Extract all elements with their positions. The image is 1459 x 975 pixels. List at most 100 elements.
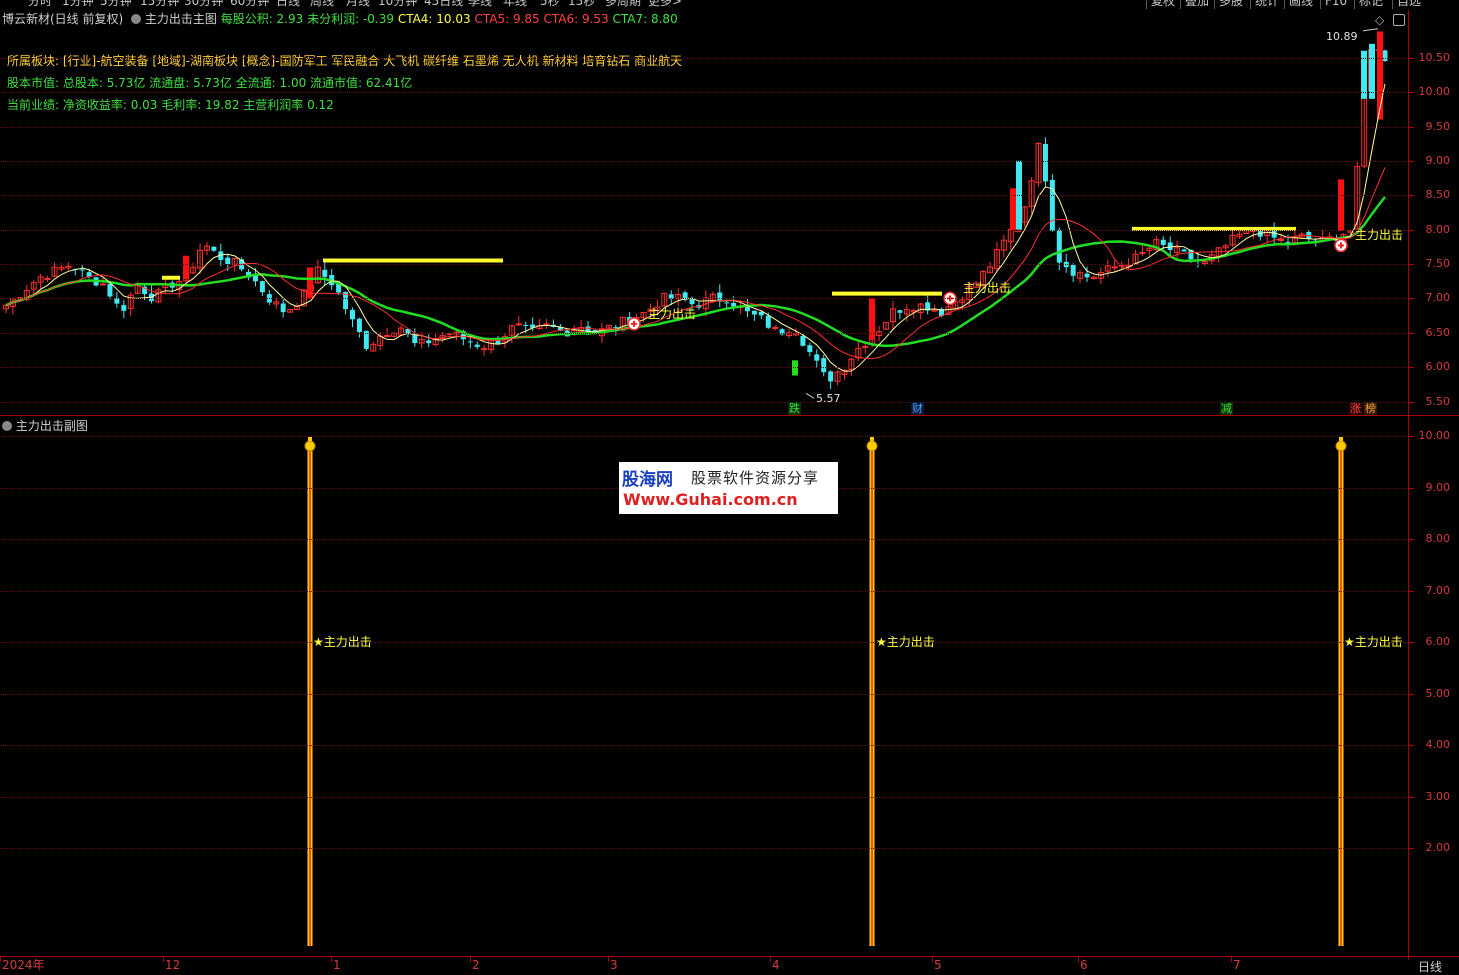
period-tab[interactable]: 45日线 xyxy=(424,0,463,8)
candle-body xyxy=(1070,264,1076,276)
candle-body xyxy=(515,323,522,326)
y-tick-mark xyxy=(1409,590,1414,592)
period-toolbar: 分时 1分钟 5分钟 15分钟 30分钟 60分钟 日线 周线 月线 10分钟 45日线 季线 年线 5秒… xyxy=(0,0,1459,10)
candle-body xyxy=(613,327,619,329)
period-tab[interactable]: 10分钟 xyxy=(378,0,417,8)
grid-line xyxy=(0,195,1408,196)
period-tab[interactable]: 30分钟 xyxy=(184,0,223,8)
period-tab[interactable]: 月线 xyxy=(346,0,370,8)
grid-line xyxy=(0,402,1408,403)
x-tick-label: 5 xyxy=(934,958,942,972)
period-tab[interactable]: 更多> xyxy=(648,0,682,8)
candle-body xyxy=(474,344,480,347)
candle-body xyxy=(1181,249,1187,252)
candle-body xyxy=(821,358,827,373)
money-bag-top xyxy=(870,437,874,441)
period-tab[interactable]: 季线 xyxy=(468,0,492,8)
period-tab[interactable]: 5分钟 xyxy=(100,0,132,8)
period-tab[interactable]: 周线 xyxy=(310,0,334,8)
candle-body xyxy=(107,283,113,297)
y-tick-mark xyxy=(1409,195,1414,196)
period-tab[interactable]: 5秒 xyxy=(540,0,560,8)
signal-candle xyxy=(183,255,189,280)
candle-body xyxy=(121,305,127,311)
toolbar-button[interactable]: 叠加 xyxy=(1180,0,1213,9)
watermark-slogan: 股票软件资源分享 xyxy=(691,469,820,487)
y-tick-label: 10.00 xyxy=(1418,429,1451,442)
x-tick-mark xyxy=(1231,957,1232,962)
y-tick-label: 9.00 xyxy=(1425,154,1451,167)
toolbar-button[interactable]: 统计 xyxy=(1250,0,1283,9)
period-tab[interactable]: 60分钟 xyxy=(230,0,269,8)
candle-body xyxy=(211,246,217,251)
y-tick-mark xyxy=(1409,92,1414,93)
candle-body xyxy=(1042,143,1048,182)
signal-candle xyxy=(1338,179,1344,231)
event-badge-rise[interactable]: 涨 xyxy=(1349,402,1362,415)
y-tick-mark xyxy=(1409,402,1414,403)
x-tick-label: 12 xyxy=(165,958,181,972)
candle-body xyxy=(1084,273,1090,278)
period-tab[interactable]: 分时 xyxy=(28,0,52,8)
grid-line xyxy=(0,333,1408,334)
y-tick-label: 4.00 xyxy=(1425,738,1451,751)
x-tick-mark xyxy=(1078,957,1079,962)
candle-body xyxy=(280,303,286,313)
candle-body xyxy=(1278,239,1285,242)
high-price-label: 10.89 xyxy=(1326,30,1358,43)
x-tick-mark xyxy=(0,957,1,962)
candle-body xyxy=(79,269,85,271)
period-label[interactable]: 日线 xyxy=(1418,958,1442,975)
toolbar-button[interactable]: 复权 xyxy=(1146,0,1179,9)
toolbar-button[interactable]: 自选 xyxy=(1392,0,1425,9)
y-tick-label: 7.00 xyxy=(1425,291,1451,304)
x-tick-mark xyxy=(470,957,471,962)
y-tick-label: 3.00 xyxy=(1425,789,1451,803)
grid-line xyxy=(0,127,1408,128)
candle-body xyxy=(495,340,501,344)
grid-line xyxy=(0,230,1408,231)
grid-line xyxy=(0,796,1408,798)
main-price-chart[interactable] xyxy=(0,10,1408,416)
signal-label-1: 主力出击 xyxy=(648,307,697,321)
candle-body xyxy=(1382,50,1388,62)
y-tick-label: 8.00 xyxy=(1425,532,1451,545)
x-tick-mark xyxy=(932,957,933,962)
y-tick-label: 6.50 xyxy=(1425,326,1451,339)
candle-body xyxy=(543,323,550,326)
y-tick-label: 10.00 xyxy=(1418,85,1451,98)
candle-body xyxy=(356,318,362,332)
period-tab[interactable]: 多周期 xyxy=(605,0,641,8)
x-tick-label: 3 xyxy=(610,958,618,972)
candle-body xyxy=(100,283,107,286)
period-tab[interactable]: 年线 xyxy=(503,0,527,8)
period-tab[interactable]: 1分钟 xyxy=(62,0,94,8)
event-badge-finance[interactable]: 财 xyxy=(911,402,924,415)
grid-line xyxy=(0,642,1408,643)
grid-line xyxy=(0,693,1408,695)
event-badge-board[interactable]: 榜 xyxy=(1364,402,1377,415)
toolbar-button[interactable]: F10 xyxy=(1320,0,1351,9)
toolbar-button[interactable]: 标记 xyxy=(1354,0,1387,9)
y-tick-mark xyxy=(1409,693,1414,695)
candle-body xyxy=(814,354,820,361)
x-tick-mark xyxy=(770,957,771,962)
period-tab[interactable]: 日线 xyxy=(276,0,300,8)
y-tick-mark xyxy=(1409,58,1414,59)
grid-line xyxy=(0,745,1408,746)
candle-body xyxy=(259,281,265,293)
toolbar-button[interactable]: 多股 xyxy=(1214,0,1247,9)
event-badge-fall[interactable]: 跌 xyxy=(788,402,801,415)
period-tab[interactable]: 15分钟 xyxy=(140,0,179,8)
low-pointer xyxy=(805,392,815,399)
candle-body xyxy=(724,302,730,304)
grid-line xyxy=(0,590,1408,592)
y-tick-mark xyxy=(1409,539,1414,540)
y-tick-label: 5.00 xyxy=(1425,686,1451,700)
watermark-logo: 股海网 股票软件资源分享 Www.Guhai.com.cn xyxy=(619,462,838,514)
event-badge-reduce[interactable]: 减 xyxy=(1220,402,1233,415)
y-tick-mark xyxy=(1409,642,1414,643)
period-tab[interactable]: 15秒 xyxy=(568,0,595,8)
candle-body xyxy=(1160,239,1166,245)
toolbar-button[interactable]: 画线 xyxy=(1284,0,1317,9)
